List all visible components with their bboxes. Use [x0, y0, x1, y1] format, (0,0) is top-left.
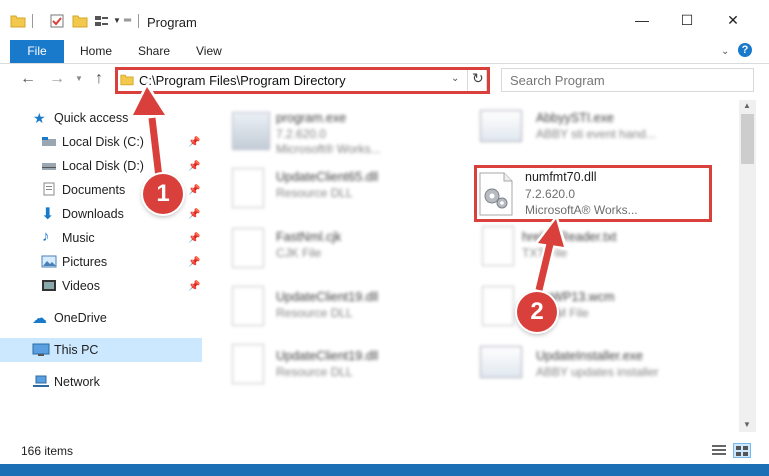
file-type: TXT File	[522, 246, 568, 260]
file-type: Resource DLL	[276, 365, 353, 379]
file-type: CJK File	[276, 246, 322, 260]
pin-icon[interactable]: 📌	[188, 137, 200, 148]
drive-icon	[42, 163, 56, 170]
pin-icon[interactable]: 📌	[188, 233, 200, 244]
up-arrow-icon[interactable]: ↑	[95, 70, 103, 88]
text-file-icon[interactable]	[482, 226, 514, 266]
scroll-down-icon[interactable]: ▼	[743, 420, 751, 429]
selected-item-highlight	[0, 338, 202, 362]
file-type: Resource DLL	[276, 306, 353, 320]
tab-file[interactable]: File	[10, 40, 64, 63]
exe-file-icon	[232, 112, 270, 150]
file-name: UpdateClient19.dll	[276, 290, 379, 304]
recent-locations-icon[interactable]: ▼	[75, 74, 83, 83]
pin-icon[interactable]: 📌	[188, 161, 200, 172]
scroll-up-icon[interactable]: ▲	[743, 101, 751, 110]
sidebar-item-local-disk-c[interactable]: Local Disk (C:)	[62, 135, 144, 149]
computer-icon	[32, 343, 50, 356]
maximize-button[interactable]: ☐	[672, 12, 702, 32]
dll-file-icon[interactable]	[232, 168, 264, 208]
status-bar	[0, 436, 769, 464]
back-arrow-icon[interactable]: ←	[20, 70, 36, 88]
documents-icon	[43, 182, 55, 196]
minimize-button[interactable]: —	[627, 12, 657, 32]
toolbar-separator	[32, 14, 33, 28]
tab-view[interactable]: View	[196, 44, 222, 58]
ribbon-tabs	[0, 40, 769, 64]
sidebar-item-network[interactable]: Network	[54, 375, 100, 389]
pictures-icon	[41, 255, 57, 268]
videos-icon	[42, 280, 56, 291]
cloud-icon: ☁	[32, 310, 47, 327]
new-folder-icon[interactable]	[72, 14, 88, 28]
exe-file-icon[interactable]	[480, 110, 522, 142]
file-name: AbbyySTI.exe	[536, 111, 614, 125]
sidebar-quick-access[interactable]: Quick access	[54, 111, 128, 125]
file-name: hrelineReader.txt	[522, 230, 617, 244]
taskbar-strip	[0, 464, 769, 476]
large-icons-view-icon[interactable]	[733, 443, 751, 458]
exe-file-icon[interactable]	[480, 346, 522, 378]
step-2-badge: 2	[517, 292, 557, 332]
details-view-icon[interactable]	[711, 444, 727, 457]
file-name: UpdateInstaller.exe	[536, 349, 644, 363]
network-icon	[33, 375, 49, 387]
folder-icon[interactable]	[10, 14, 26, 28]
sidebar-item-downloads[interactable]: Downloads	[62, 207, 124, 221]
sidebar-item-videos[interactable]: Videos	[62, 279, 100, 293]
sidebar-item-pictures[interactable]: Pictures	[62, 255, 107, 269]
navigation-pane	[0, 100, 204, 440]
sidebar-item-documents[interactable]: Documents	[62, 183, 125, 197]
sidebar-item-this-pc[interactable]: This PC	[54, 343, 98, 357]
window-title: Program	[147, 15, 197, 30]
customize-toolbar-icon[interactable]	[94, 14, 110, 28]
address-bar-highlight-box	[115, 67, 490, 94]
dll-file-icon[interactable]	[232, 286, 264, 326]
file-highlight-box	[474, 165, 712, 222]
file-version: 7.2.620.0	[276, 127, 327, 141]
tab-home[interactable]: Home	[80, 44, 112, 58]
music-icon: ♪	[42, 228, 50, 245]
pin-icon[interactable]: 📌	[188, 257, 200, 268]
file-type: Resource DLL	[276, 186, 353, 200]
forward-arrow-icon[interactable]: →	[49, 70, 65, 88]
star-icon: ★	[33, 110, 46, 126]
properties-icon[interactable]	[49, 14, 65, 28]
item-count: 166 items	[21, 444, 74, 458]
sidebar-item-onedrive[interactable]: OneDrive	[54, 311, 107, 325]
sidebar-item-music[interactable]: Music	[62, 231, 95, 245]
drive-icon	[42, 137, 56, 146]
title-separator	[138, 14, 139, 28]
search-input[interactable]: Search Program	[510, 73, 605, 88]
file-name: UpdateClient65.dll	[276, 170, 379, 184]
file-name: UpdateClient19.dll	[276, 349, 379, 363]
downloads-icon: ⬇	[41, 206, 55, 223]
pin-icon[interactable]: 📌	[188, 281, 200, 292]
pin-icon[interactable]: 📌	[188, 209, 200, 220]
file-description: ABBY sti event hand...	[536, 127, 656, 141]
generic-file-icon[interactable]	[232, 228, 264, 268]
help-button[interactable]: ?	[738, 43, 752, 57]
tab-share[interactable]: Share	[138, 44, 170, 58]
dll-file-icon[interactable]	[232, 344, 264, 384]
pin-icon[interactable]: 📌	[188, 185, 200, 196]
file-name: program.exe	[276, 111, 347, 125]
scrollbar-thumb[interactable]	[741, 114, 754, 164]
expand-ribbon-icon[interactable]: ⌄	[721, 46, 729, 57]
sidebar-item-local-disk-d[interactable]: Local Disk (D:)	[62, 159, 144, 173]
step-1-badge: 1	[143, 174, 183, 214]
generic-file-icon[interactable]	[482, 286, 514, 326]
file-description: Microsoft® Works...	[276, 142, 381, 156]
file-item[interactable]	[232, 112, 270, 150]
dropdown-arrow-icon[interactable]: ▼	[113, 16, 121, 25]
file-description: ABBY updates installer	[536, 365, 659, 379]
quick-access-toolbar-menu-icon[interactable]: ═	[124, 15, 131, 26]
file-name: FastNml.cjk	[276, 230, 342, 244]
close-button[interactable]: ✕	[718, 12, 748, 32]
